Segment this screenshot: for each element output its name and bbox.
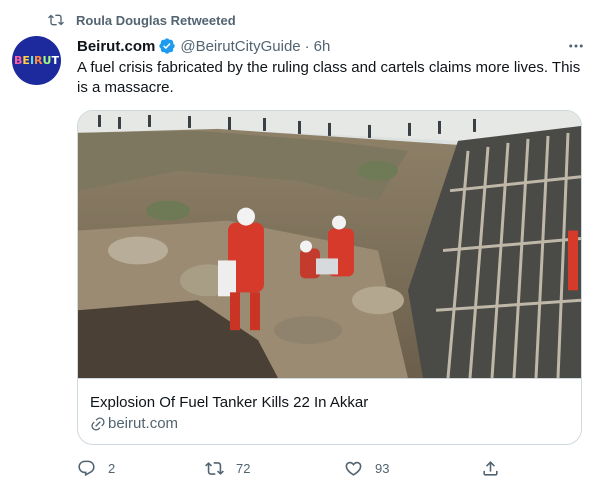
like-button[interactable]: 93	[344, 456, 389, 480]
reply-icon	[78, 460, 95, 476]
avatar-logo: BEIRUT	[14, 54, 59, 67]
card-domain[interactable]: beirut.com	[90, 415, 178, 432]
retweet-icon	[205, 461, 224, 475]
retweet-count: 72	[236, 460, 251, 476]
verified-badge-icon	[159, 38, 176, 54]
card-domain-text: beirut.com	[108, 415, 179, 432]
separator-dot: ·	[304, 37, 310, 55]
retweeted-by-label: Roula Douglas Retweeted	[76, 12, 236, 28]
retweet-button[interactable]: 72	[205, 456, 250, 480]
author-handle[interactable]: @BeirutCityGuide	[180, 38, 300, 55]
share-button[interactable]	[481, 456, 500, 480]
more-options-icon[interactable]	[566, 36, 586, 56]
heart-icon	[345, 461, 362, 476]
like-count: 93	[375, 460, 390, 476]
link-icon	[91, 416, 105, 431]
tweet-actions: 2 72 93	[77, 456, 507, 480]
share-icon	[483, 460, 498, 476]
avatar[interactable]: BEIRUT	[12, 36, 61, 85]
social-context[interactable]: Roula Douglas Retweeted	[48, 11, 236, 29]
display-name[interactable]: Beirut.com	[77, 38, 155, 55]
news-photo-icon	[78, 111, 581, 378]
tweet-timestamp[interactable]: 6h	[314, 38, 331, 55]
link-card[interactable]: Explosion Of Fuel Tanker Kills 22 In Akk…	[77, 110, 582, 445]
tweet-text: A fuel crisis fabricated by the ruling c…	[77, 59, 581, 96]
card-image[interactable]	[78, 111, 581, 379]
reply-button[interactable]: 2	[77, 456, 115, 480]
reply-count: 2	[108, 460, 116, 476]
retweet-icon	[48, 14, 64, 26]
tweet-header: Beirut.com @BeirutCityGuide · 6h	[77, 36, 586, 56]
card-title[interactable]: Explosion Of Fuel Tanker Kills 22 In Akk…	[90, 394, 368, 411]
